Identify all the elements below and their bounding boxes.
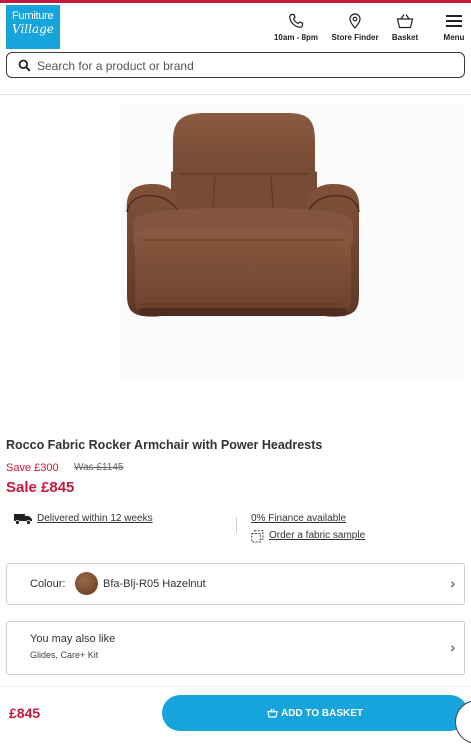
delivery-link[interactable]: Delivered within 12 weeks	[37, 513, 153, 524]
store-finder-label: Store Finder	[331, 33, 379, 42]
add-to-basket-button[interactable]: ADD TO BASKET	[162, 695, 468, 731]
also-like-title: You may also like	[30, 633, 116, 645]
menu-button[interactable]: Menu	[440, 13, 468, 47]
also-like-panel[interactable]: You may also like Glides, Care+ Kit ›	[6, 621, 465, 675]
sticky-buy-bar: £845 ADD TO BASKET	[0, 686, 471, 745]
colour-value: Bfa-Blj-R05 Hazelnut	[103, 578, 206, 590]
site-header: Furniture Village 10am - 8pm Store Finde…	[0, 3, 471, 49]
map-pin-icon	[349, 13, 361, 29]
basket-icon	[396, 14, 414, 29]
menu-label: Menu	[443, 33, 465, 42]
info-divider	[236, 517, 237, 533]
logo-line-furniture: Furniture	[12, 10, 54, 22]
add-to-basket-label: ADD TO BASKET	[280, 707, 364, 719]
fabric-sample-link[interactable]: Order a fabric sample	[269, 530, 365, 541]
store-finder-link[interactable]: Store Finder	[328, 13, 382, 47]
basket-link[interactable]: Basket	[388, 13, 422, 47]
colour-swatch	[75, 572, 98, 595]
was-price: Was £1145	[74, 462, 124, 473]
opening-hours-label: 10am - 8pm	[273, 33, 319, 42]
search-icon	[18, 59, 31, 72]
fabric-sample-icon	[251, 530, 264, 543]
hamburger-icon	[446, 15, 462, 27]
colour-selector[interactable]: Colour: Bfa-Blj-R05 Hazelnut ›	[6, 563, 465, 605]
armchair-illustration	[121, 104, 465, 380]
site-logo[interactable]: Furniture Village	[6, 5, 60, 49]
colour-label: Colour:	[30, 578, 66, 590]
finance-link[interactable]: 0% Finance available	[251, 513, 346, 524]
search-bar[interactable]	[6, 52, 465, 78]
header-divider	[0, 94, 471, 95]
delivery-truck-icon	[14, 514, 32, 525]
logo-line-village: Village	[12, 22, 54, 36]
also-like-items: Glides, Care+ Kit	[30, 650, 99, 660]
bottom-price: £845	[9, 705, 41, 721]
opening-hours-link[interactable]: 10am - 8pm	[270, 13, 322, 47]
save-amount: Save £300	[6, 462, 59, 474]
search-input[interactable]	[37, 57, 447, 74]
phone-icon	[289, 13, 304, 28]
basket-icon	[267, 708, 278, 718]
product-image-armchair[interactable]	[121, 104, 465, 380]
chevron-right-icon: ›	[450, 575, 455, 591]
chevron-right-icon: ›	[450, 639, 455, 655]
basket-label: Basket	[391, 33, 419, 42]
product-title: Rocco Fabric Rocker Armchair with Power …	[6, 438, 323, 452]
sale-price: Sale £845	[6, 479, 75, 496]
